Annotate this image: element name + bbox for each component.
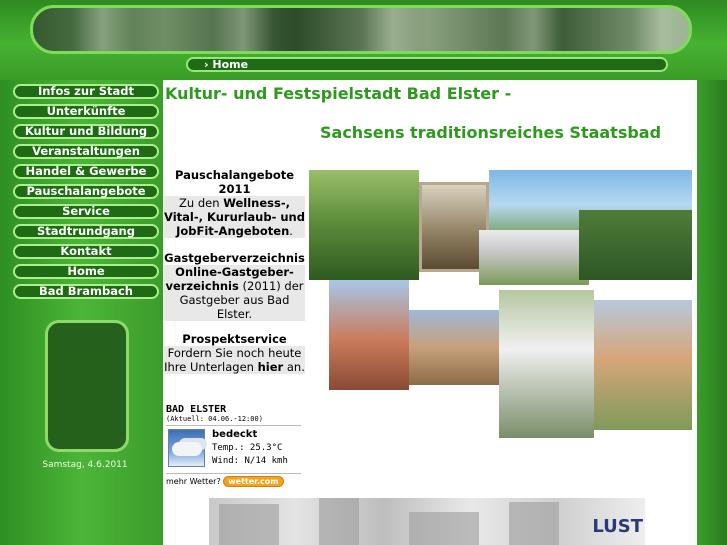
photo-manor-house — [409, 310, 504, 385]
top-banner: › Home — [0, 0, 727, 80]
sidebar-panel — [45, 320, 129, 452]
nav-infos-zur-stadt[interactable]: Infos zur Stadt — [13, 84, 159, 99]
promo-gastgeber-text: Online-Gastgeber-verzeichnis (2011) der … — [164, 265, 305, 321]
weather-city: BAD ELSTER — [166, 404, 227, 415]
promo-pauschalangebote[interactable]: Pauschalangebote 2011 Zu den Wellness-, … — [164, 168, 305, 238]
photo-tree-park — [309, 170, 419, 280]
promo-pauschal-heading: Pauschalangebote 2011 — [174, 168, 295, 196]
page-title: Kultur- und Festspielstadt Bad Elster - — [165, 84, 512, 103]
promo-prospektservice[interactable]: Prospektservice Fordern Sie noch heute I… — [164, 332, 305, 374]
nav-service[interactable]: Service — [13, 204, 159, 219]
main-navigation: Infos zur Stadt Unterkünfte Kultur und B… — [13, 84, 159, 304]
nav-unterkuenfte[interactable]: Unterkünfte — [13, 104, 159, 119]
weather-more-link[interactable]: mehr Wetter? wetter.com — [166, 473, 301, 487]
wetter-com-logo[interactable]: wetter.com — [223, 476, 284, 487]
weather-wind: Wind: N/14 kmh — [212, 456, 288, 466]
weather-condition: bedeckt — [212, 429, 258, 440]
nav-kontakt[interactable]: Kontakt — [13, 244, 159, 259]
weather-updated: (Aktuell: 04.06.-12:00) — [166, 415, 301, 426]
nav-handel-gewerbe[interactable]: Handel & Gewerbe — [13, 164, 159, 179]
right-border — [697, 80, 727, 545]
photo-forest — [579, 210, 692, 280]
town-photo-collage — [309, 170, 692, 438]
promo-prospekt-heading: Prospektservice — [182, 332, 287, 346]
nav-kultur-und-bildung[interactable]: Kultur und Bildung — [13, 124, 159, 139]
nav-stadtrundgang[interactable]: Stadtrundgang — [13, 224, 159, 239]
ad-brand-logo: LUST — [592, 516, 643, 537]
bottom-ad-banner[interactable]: LUST — [209, 498, 645, 545]
breadcrumb-home-link[interactable]: › Home — [186, 57, 668, 72]
promo-gastgeber-heading: Gastgeberverzeichnis — [164, 251, 305, 265]
promo-prospekt-text: Fordern Sie noch heute Ihre Unterlagen h… — [164, 346, 305, 374]
weather-temperature: Temp.: 25.3°C — [212, 443, 283, 453]
nav-veranstaltungen[interactable]: Veranstaltungen — [13, 144, 159, 159]
nav-pauschalangebote[interactable]: Pauschalangebote — [13, 184, 159, 199]
promo-gastgeberverzeichnis[interactable]: Gastgeberverzeichnis Online-Gastgeber-ve… — [164, 251, 305, 321]
page-subtitle: Sachsens traditionsreiches Staatsbad — [320, 123, 662, 142]
weather-more-label: mehr Wetter? — [166, 477, 221, 486]
current-date: Samstag, 4.6.2011 — [42, 460, 128, 470]
weather-widget: BAD ELSTER (Aktuell: 04.06.-12:00) bedec… — [166, 404, 301, 487]
banner-image — [30, 5, 692, 54]
nav-bad-brambach[interactable]: Bad Brambach — [13, 284, 159, 299]
photo-church — [329, 280, 409, 390]
promo-prospekt-link[interactable]: hier — [258, 360, 284, 374]
nav-home[interactable]: Home — [13, 264, 159, 279]
cloud-icon — [168, 429, 205, 467]
photo-colonnade — [479, 230, 589, 285]
promo-pauschal-text: Zu den Wellness-, Vital-, Kururlaub- und… — [164, 196, 305, 238]
photo-spa-building — [594, 300, 692, 430]
photo-fountain — [499, 290, 594, 438]
